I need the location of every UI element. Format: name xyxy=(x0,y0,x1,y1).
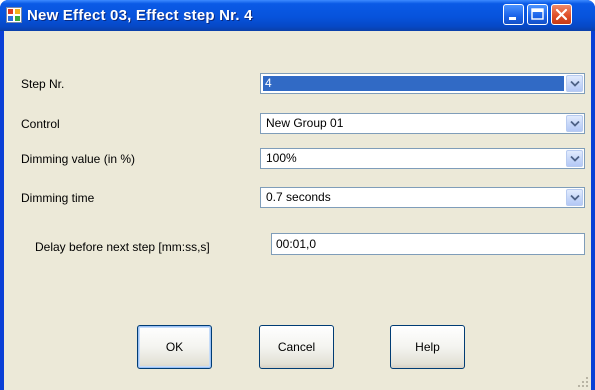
app-icon[interactable] xyxy=(6,7,22,23)
dialog-body: Step Nr. 4 Control New Group 01 Dimming … xyxy=(4,31,591,390)
title-bar[interactable]: New Effect 03, Effect step Nr. 4 xyxy=(0,0,595,31)
resize-grip-icon[interactable] xyxy=(577,376,589,388)
delay-input-box[interactable] xyxy=(271,233,585,255)
step-dropdown-button[interactable] xyxy=(566,75,583,92)
cancel-button[interactable]: Cancel xyxy=(259,325,334,369)
control-select[interactable]: New Group 01 xyxy=(260,113,585,134)
dimming-time-dropdown-button[interactable] xyxy=(566,189,583,206)
step-select[interactable]: 4 xyxy=(260,73,585,94)
maximize-icon xyxy=(531,8,544,20)
chevron-down-icon xyxy=(570,120,580,127)
help-button[interactable]: Help xyxy=(390,325,465,369)
delay-input[interactable] xyxy=(272,234,584,254)
dimming-time-label: Dimming time xyxy=(21,191,95,205)
control-dropdown-button[interactable] xyxy=(566,115,583,132)
delay-label: Delay before next step [mm:ss,s] xyxy=(35,240,210,254)
dimming-time-value: 0.7 seconds xyxy=(266,190,331,204)
chevron-down-icon xyxy=(570,80,580,87)
control-value: New Group 01 xyxy=(266,116,344,130)
chevron-down-icon xyxy=(570,194,580,201)
dimming-time-select[interactable]: 0.7 seconds xyxy=(260,187,585,208)
dimming-value-label: Dimming value (in %) xyxy=(21,152,136,166)
control-label: Control xyxy=(21,117,60,131)
step-label: Step Nr. xyxy=(21,77,65,91)
dialog-window: New Effect 03, Effect step Nr. 4 Step Nr… xyxy=(0,0,595,390)
ok-button[interactable]: OK xyxy=(137,325,212,369)
minimize-icon xyxy=(509,17,516,20)
minimize-button[interactable] xyxy=(503,4,524,25)
close-button[interactable] xyxy=(551,4,572,25)
maximize-button[interactable] xyxy=(527,4,548,25)
step-value: 4 xyxy=(263,76,564,91)
window-title: New Effect 03, Effect step Nr. 4 xyxy=(27,7,253,24)
close-icon xyxy=(555,8,568,21)
dimming-value-select[interactable]: 100% xyxy=(260,148,585,169)
dimming-value-dropdown-button[interactable] xyxy=(566,150,583,167)
dimming-value-value: 100% xyxy=(266,151,297,165)
chevron-down-icon xyxy=(570,155,580,162)
